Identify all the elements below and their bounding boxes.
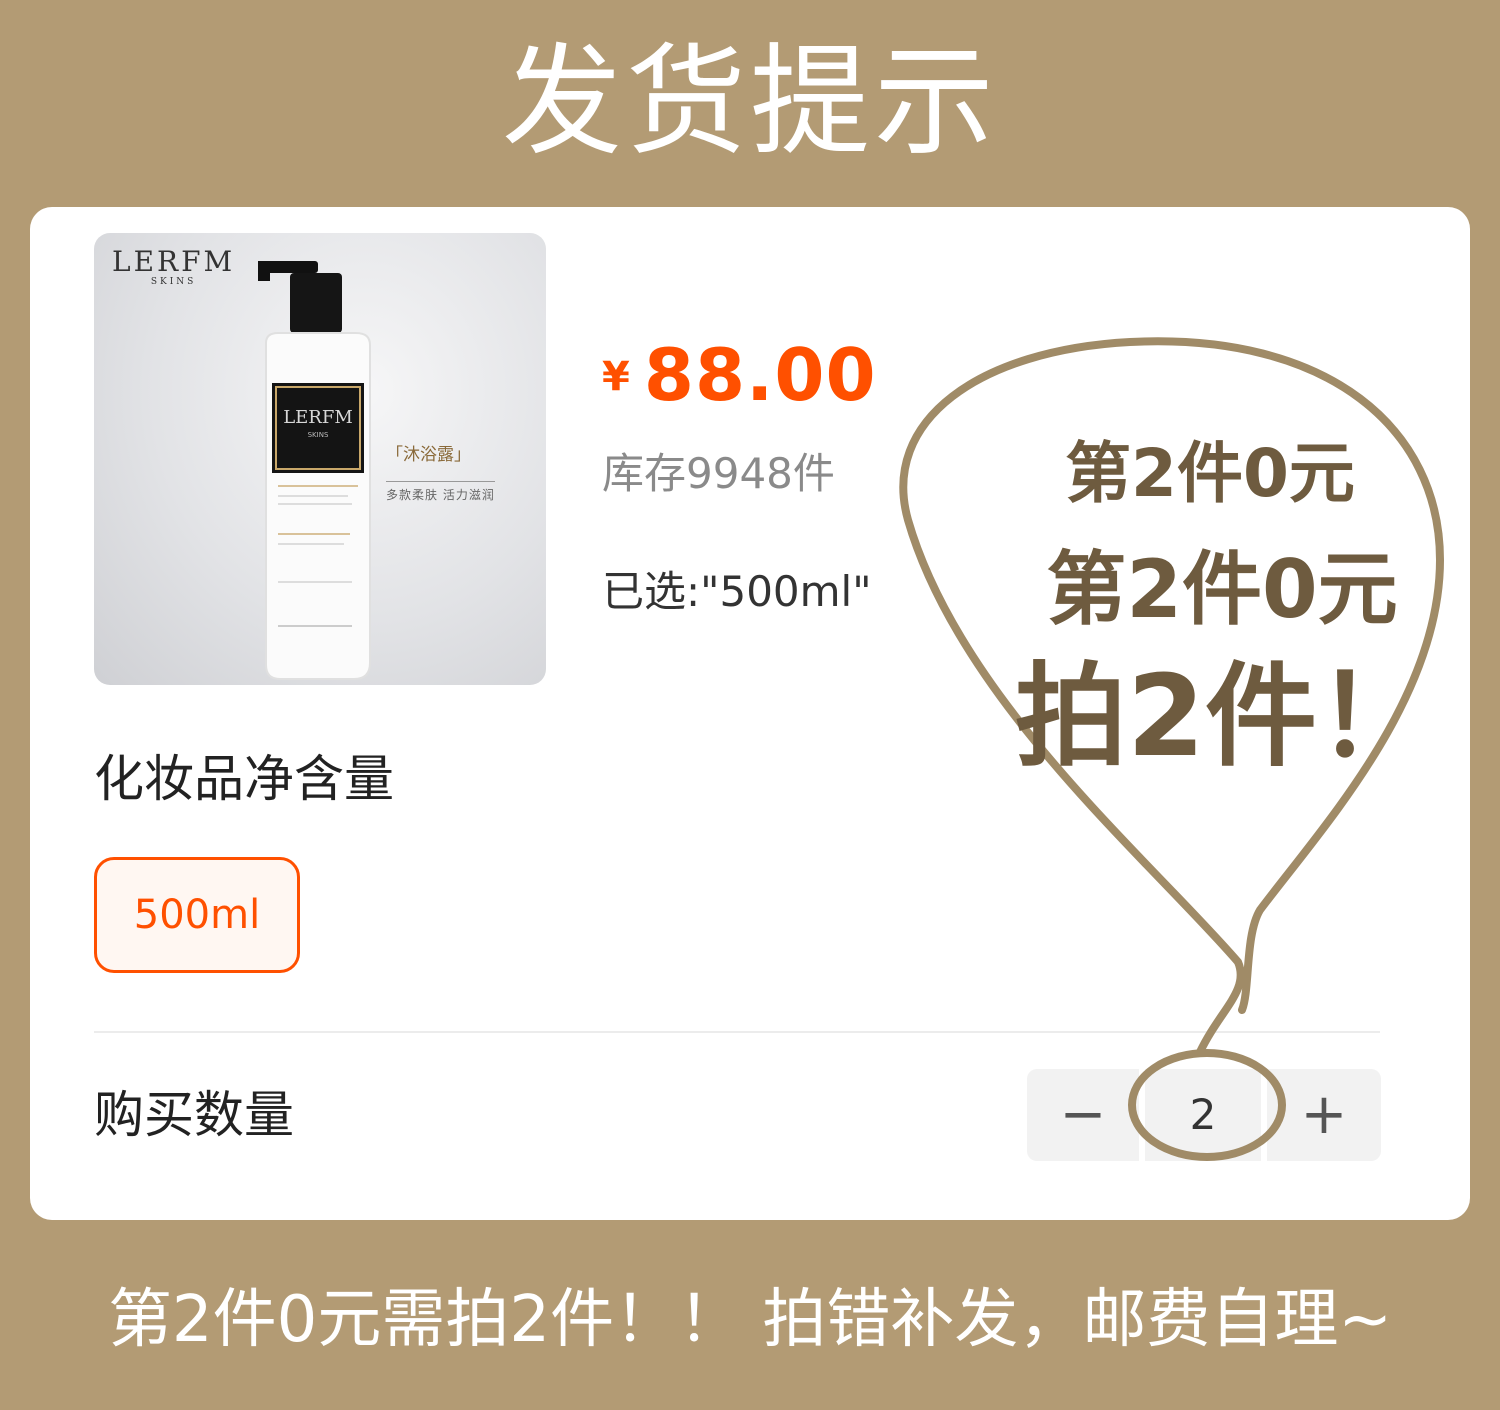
bottle-tag: 「沐浴露」 [386, 445, 471, 465]
spec-title: 化妆品净含量 [94, 750, 394, 808]
svg-text:LERFM: LERFM [283, 407, 353, 428]
currency-symbol: ¥ [602, 354, 630, 400]
bottle-illustration: LERFM SKINS [258, 261, 371, 680]
quantity-stepper: − 2 + [1027, 1069, 1381, 1161]
stock-count: 库存9948件 [602, 449, 835, 498]
divider [94, 1031, 1380, 1033]
product-image: LERFM SKINS LERFM SKINS 「沐浴露」 多款柔肤 活力滋润 [94, 233, 546, 685]
quantity-input[interactable]: 2 [1145, 1069, 1261, 1161]
quantity-label: 购买数量 [94, 1086, 294, 1144]
increment-button[interactable]: + [1267, 1069, 1381, 1161]
callout-line-3: 拍2件！ [1015, 652, 1429, 782]
callout-line-1: 第2件0元 [1065, 435, 1355, 512]
selected-spec: 已选:"500ml" [602, 567, 872, 616]
footer-note: 第2件0元需拍2件！！ 拍错补发，邮费自理~ [107, 1283, 1393, 1357]
callout-line-2: 第2件0元 [1046, 543, 1398, 636]
spec-option-500ml[interactable]: 500ml [94, 857, 300, 973]
decrement-button[interactable]: − [1027, 1069, 1139, 1161]
bottle-subtag: 多款柔肤 活力滋润 [386, 481, 495, 504]
brand-logo-sub: SKINS [150, 277, 197, 287]
brand-logo-text: LERFM [112, 245, 236, 278]
page-title: 发货提示 [502, 33, 998, 172]
price-value: 88.00 [643, 333, 877, 417]
price: ¥88.00 [602, 333, 877, 417]
svg-text:SKINS: SKINS [308, 431, 329, 439]
brand-logo: LERFM SKINS [112, 245, 236, 288]
